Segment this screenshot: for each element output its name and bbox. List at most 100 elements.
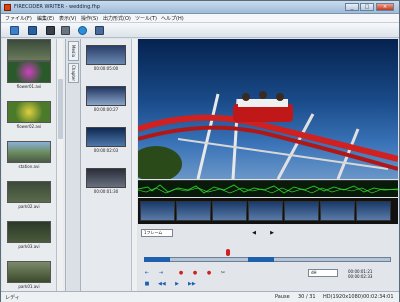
fast-forward-icon[interactable]: ▶▶ [188,281,196,287]
chapter-timecode: 00:00:00:27 [93,107,119,112]
tab-chapter[interactable]: Chapter [68,63,79,83]
status-pause: Pause [275,294,290,300]
chapter-item[interactable]: 00:00:05:00 [86,45,126,71]
media-item-label: park01.avi [18,284,40,289]
media-item[interactable]: station.avi [7,141,51,169]
chapter-thumbnail [86,45,126,65]
status-frame-count: 30 / 31 [298,294,316,300]
play-icon[interactable]: ▶ [174,281,180,287]
record-icon[interactable]: ● [178,270,184,276]
chapter-panel: 00:00:05:00 00:00:00:27 00:00:02:03 00:0… [81,39,133,291]
filmstrip-frame[interactable] [176,201,211,221]
scrollbar-thumb[interactable] [58,79,63,139]
media-scrollbar[interactable] [56,39,63,291]
toolbar [1,23,399,38]
filmstrip-frame[interactable] [284,201,319,221]
chapter-thumbnail [86,127,126,147]
media-item-label: park02.avi [18,204,40,209]
preview-frame [130,39,399,182]
title-bar[interactable]: FIRECODER WRITER - wedding.fhp _ □ × [1,1,399,14]
status-timecode: 00:02:34:01 [363,294,394,300]
filmstrip-frame[interactable] [140,201,175,221]
playback-controls: 1フレーム ◀ ▶ ⇤ ⇥ ● ● ● ✂ ■ ◀◀ ▶ ▶▶ dH 00:00… [138,225,398,291]
media-thumbnail [7,39,51,61]
minimize-button[interactable]: _ [345,3,359,11]
save-icon[interactable] [28,26,37,35]
chapter-thumbnail [86,86,126,106]
menu-file[interactable]: ファイル(F) [5,15,32,22]
chapter-thumbnail [86,168,126,188]
chapter-item[interactable]: 00:00:02:03 [86,127,126,153]
audio-waveform[interactable] [137,180,399,197]
filmstrip-frame[interactable] [320,201,355,221]
time-out: 00:00:02:33 [348,274,373,279]
menu-bar: ファイル(F) 編集(E) 表示(V) 操作(S) 出力形式(O) ツール(T)… [1,14,399,23]
filmstrip-frame[interactable] [248,201,283,221]
disk-icon[interactable] [46,26,55,35]
filmstrip[interactable] [138,198,398,224]
media-thumbnail [7,261,51,283]
media-item[interactable]: flower02.avi [7,101,51,129]
monitor-icon[interactable] [95,26,104,35]
next-arrow-icon[interactable]: ▶ [269,230,275,236]
panel-tabs: Media Chapter [67,39,81,291]
chapter-item[interactable]: 00:00:00:27 [86,86,126,112]
open-folder-icon[interactable] [10,26,19,35]
globe-icon[interactable] [78,26,87,35]
media-item[interactable]: park01.avi [7,261,51,289]
chapter-timecode: 00:00:01:30 [93,189,119,194]
menu-view[interactable]: 表示(V) [59,15,76,22]
menu-operation[interactable]: 操作(S) [81,15,98,22]
roller-coaster-image [130,91,399,182]
app-window: FIRECODER WRITER - wedding.fhp _ □ × ファイ… [0,0,400,302]
stop-icon[interactable]: ■ [144,281,150,287]
scissors-icon[interactable]: ✂ [220,270,226,276]
chapter-timecode: 00:00:02:03 [93,148,119,153]
window-title: FIRECODER WRITER - wedding.fhp [14,4,100,10]
menu-output-format[interactable]: 出力形式(O) [103,15,131,22]
status-bar: レディ Pause 30 / 31 HD(1920x1080) 00:02:34… [1,291,399,302]
playhead-marker[interactable] [226,249,230,256]
menu-help[interactable]: ヘルプ(H) [161,15,184,22]
chapter-scrollbar[interactable] [131,39,137,291]
app-icon [4,4,11,11]
close-button[interactable]: × [376,3,394,11]
media-thumbnail [7,141,51,163]
chapter-timecode: 00:00:05:00 [93,66,119,71]
media-item[interactable]: park02.avi [7,181,51,209]
menu-tools[interactable]: ツール(T) [135,15,157,22]
frame-step-select[interactable]: 1フレーム [141,229,173,237]
timeline-selection[interactable] [144,257,170,262]
record-icon[interactable]: ● [206,270,212,276]
filmstrip-frame[interactable] [212,201,247,221]
mark-in-icon[interactable]: ⇤ [144,270,150,276]
rewind-icon[interactable]: ◀◀ [158,281,166,287]
media-library-panel: 33.avi flower01.avi flower02.avi station… [2,39,66,291]
record-icon[interactable]: ● [192,270,198,276]
media-item[interactable]: flower01.avi [7,61,51,89]
chapter-item[interactable]: 00:00:01:30 [86,168,126,194]
codec-select[interactable]: dH [308,269,338,277]
media-thumbnail [7,181,51,203]
media-item-label: flower01.avi [16,84,42,89]
media-item-label: flower02.avi [16,124,42,129]
media-thumbnail [7,61,51,83]
menu-edit[interactable]: 編集(E) [37,15,54,22]
prev-arrow-icon[interactable]: ◀ [251,230,257,236]
media-thumbnail [7,221,51,243]
filmstrip-frame[interactable] [356,201,391,221]
media-item[interactable]: park03.avi [7,221,51,249]
status-ready: レディ [5,295,20,301]
print-icon[interactable] [61,26,70,35]
waveform-graph [137,184,399,194]
media-item-label: park03.avi [18,244,40,249]
status-resolution: HD(1920x1080) [323,294,363,300]
media-thumbnail [7,101,51,123]
time-range-readout: 00:00:01:21 00:00:02:33 [348,269,394,279]
timeline-selection[interactable] [248,257,274,262]
mark-out-icon[interactable]: ⇥ [158,270,164,276]
media-item-label: station.avi [18,164,40,169]
tab-media[interactable]: Media [68,41,79,61]
maximize-button[interactable]: □ [360,3,374,11]
video-preview[interactable] [130,39,399,182]
